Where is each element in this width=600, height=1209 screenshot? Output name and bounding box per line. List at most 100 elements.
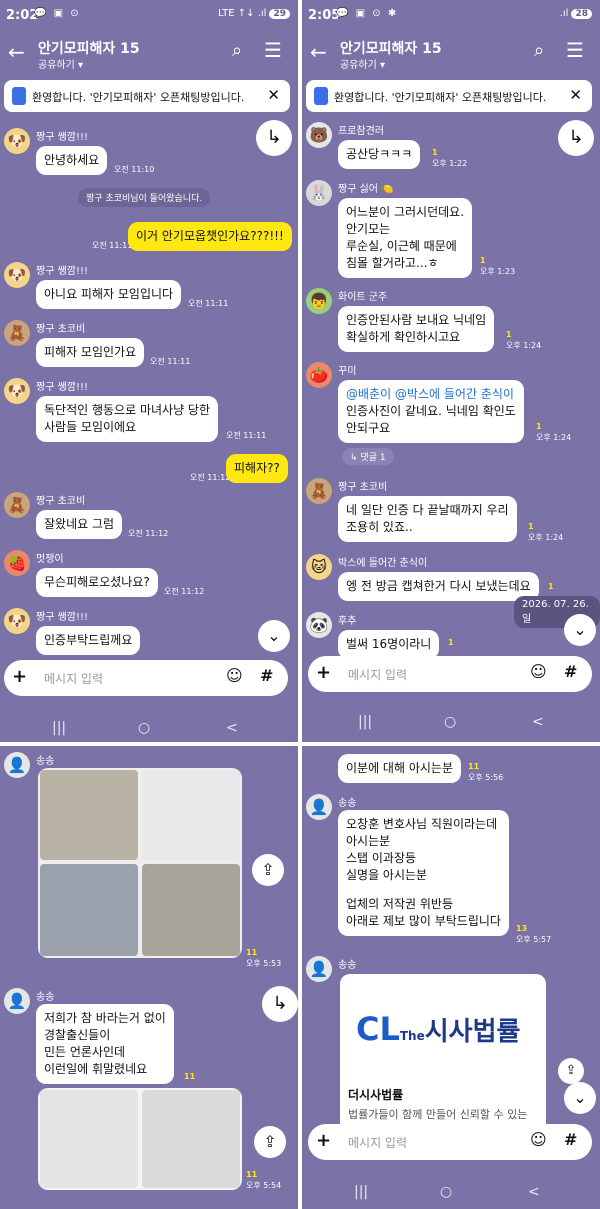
back-nav-icon[interactable]: < (226, 720, 238, 736)
hashtag-icon[interactable]: # (260, 666, 273, 685)
message-line: 업체의 저작권 위반등 (346, 897, 453, 911)
share-icon[interactable]: ↳ (558, 120, 594, 156)
message-bubble[interactable]: 저희가 참 바라는거 없이 경찰출신들이 민든 언론사인데 이런일에 휘말렸네요 (36, 1004, 174, 1084)
avatar[interactable]: 🧸 (306, 478, 332, 504)
avatar[interactable]: 🐱 (306, 554, 332, 580)
plus-icon[interactable]: + (316, 1130, 331, 1151)
message-bubble[interactable]: 인증안된사람 보내요 닉네임 확실하게 확인하시고요 (338, 306, 495, 352)
recent-apps-icon[interactable]: ||| (52, 720, 66, 736)
message-bubble[interactable]: 잘왔네요 그럼 (36, 510, 123, 539)
scroll-down-icon[interactable]: ⌄ (564, 614, 596, 646)
share-icon[interactable]: ↳ (256, 120, 292, 156)
avatar[interactable]: 👤 (4, 988, 30, 1014)
avatar[interactable]: 🐶 (4, 378, 30, 404)
photo-thumbnail[interactable] (40, 864, 138, 956)
avatar[interactable]: 👤 (306, 956, 332, 982)
message-bubble[interactable]: 벌써 16명이라니 (338, 630, 440, 659)
status-bar: 2:05 💬 ▣ ⊙ ✱ .ıl 28 (302, 0, 600, 32)
message-bubble[interactable]: 인증부탁드립께요 (36, 626, 141, 655)
avatar[interactable]: 🐶 (4, 608, 30, 634)
chat-screen-1: 2:02 💬 ▣ ⊙ LTE ↑↓ .ıl 29 ← 안기모피해자 15 공유하기… (0, 0, 298, 742)
card-title: 더시사법률 (348, 1088, 404, 1102)
message-bubble[interactable]: 아니요 피해자 모임입니다 (36, 280, 182, 309)
avatar[interactable]: 👤 (4, 752, 30, 778)
avatar[interactable]: 🐶 (4, 262, 30, 288)
avatar[interactable]: 👦 (306, 288, 332, 314)
avatar[interactable]: 🧸 (4, 320, 30, 346)
recent-apps-icon[interactable]: ||| (354, 1184, 368, 1200)
avatar[interactable]: 🍅 (306, 362, 332, 388)
share-dropdown[interactable]: 공유하기 ▾ (340, 56, 385, 71)
share-dropdown[interactable]: 공유하기 ▾ (38, 56, 83, 71)
my-message-bubble[interactable]: 피해자?? (226, 454, 288, 483)
document-photo[interactable] (38, 1088, 242, 1190)
home-icon[interactable]: ○ (138, 720, 150, 736)
avatar[interactable]: 🐻 (306, 122, 332, 148)
photo-thumbnail[interactable] (142, 770, 240, 860)
menu-icon[interactable]: ☰ (264, 38, 282, 62)
download-icon[interactable]: ⇪ (254, 1126, 286, 1158)
photo-thumbnail[interactable] (40, 770, 138, 860)
notice-banner[interactable]: 환영합니다. '안기모피해자' 오픈채팅방입니다. ✕ (4, 80, 290, 112)
emoji-icon[interactable]: ☺ (226, 666, 243, 685)
menu-icon[interactable]: ☰ (566, 38, 584, 62)
message-input[interactable]: 메시지 입력 (348, 1134, 407, 1151)
message-input[interactable]: 메시지 입력 (44, 670, 103, 687)
emoji-icon[interactable]: ☺ (530, 662, 547, 681)
message-bubble[interactable]: 독단적인 행동으로 마녀사냥 당한 사람들 모임이에요 (36, 396, 219, 442)
back-nav-icon[interactable]: < (532, 714, 544, 730)
back-icon[interactable]: ← (310, 40, 327, 64)
message-bubble[interactable]: 안녕하세요 (36, 146, 108, 175)
search-icon[interactable]: ⌕ (534, 40, 544, 61)
message-bubble[interactable]: 무슨피해로오셨나요? (36, 568, 158, 597)
message-bubble[interactable]: 네 일단 인증 다 끝날때까지 우리 조용히 있죠.. (338, 496, 517, 542)
share-icon[interactable]: ↳ (262, 986, 298, 1022)
message-bubble[interactable]: 피해자 모임인가요 (36, 338, 145, 367)
message-line: 오창훈 변호사님 직원이라는데 (346, 817, 498, 831)
avatar[interactable]: 🐰 (306, 180, 332, 206)
avatar[interactable]: 🍓 (4, 550, 30, 576)
message-bubble[interactable]: 오창훈 변호사님 직원이라는데 아시는분 스탭 이과장등 실명을 아시는분 업체… (338, 810, 509, 936)
search-icon[interactable]: ⌕ (232, 40, 242, 61)
photo-thumbnail[interactable] (142, 1090, 240, 1188)
chat-screen-4: 이분에 대해 아시는분 11 오후 5:56 👤 송송 오창훈 변호사님 직원이… (302, 746, 600, 1209)
message-input[interactable]: 메시지 입력 (348, 666, 407, 683)
photo-album[interactable] (38, 768, 242, 958)
unread-count: 13 (516, 924, 528, 933)
message-bubble[interactable]: 엥 전 방금 캡쳐한거 다시 보냈는데요 (338, 572, 539, 601)
hashtag-icon[interactable]: # (564, 1130, 577, 1149)
message-line: 조용히 있죠.. (346, 520, 413, 534)
message-bubble[interactable]: 공산당ㅋㅋㅋ (338, 140, 421, 169)
home-icon[interactable]: ○ (440, 1184, 452, 1200)
avatar[interactable]: 🐶 (4, 128, 30, 154)
message-time: 오전 11:10 (114, 165, 155, 174)
close-icon[interactable]: ✕ (569, 86, 582, 104)
back-icon[interactable]: ← (8, 40, 25, 64)
hashtag-icon[interactable]: # (564, 662, 577, 681)
emoji-icon[interactable]: ☺ (530, 1130, 547, 1149)
plus-icon[interactable]: + (12, 666, 27, 687)
scroll-down-icon[interactable]: ⌄ (258, 620, 290, 652)
photo-thumbnail[interactable] (142, 864, 240, 956)
link-preview-card[interactable]: CLThe시사법률 더시사법률 법률가들이 함께 만들어 신뢰할 수 있는 (340, 974, 546, 1134)
download-icon[interactable]: ⇪ (252, 854, 284, 886)
plus-icon[interactable]: + (316, 662, 331, 683)
message-bubble[interactable]: 어느분이 그러시던데요. 안기모는 루순실, 이근혜 때문에 침몰 할거라고..… (338, 198, 473, 278)
recent-apps-icon[interactable]: ||| (358, 714, 372, 730)
message-time: 오후 1:24 (506, 341, 542, 350)
notice-banner[interactable]: 환영합니다. '안기모피해자' 오픈채팅방입니다. ✕ (306, 80, 592, 112)
scroll-down-icon[interactable]: ⌄ (564, 1082, 596, 1114)
download-icon[interactable]: ⇪ (558, 1058, 584, 1084)
avatar[interactable]: 🐼 (306, 612, 332, 638)
avatar[interactable]: 🧸 (4, 492, 30, 518)
message-bubble[interactable]: 이분에 대해 아시는분 (338, 754, 461, 783)
photo-thumbnail[interactable] (40, 1090, 138, 1188)
message-bubble[interactable]: @배춘이 @박스에 들어간 춘식이 인증사진이 같네요. 닉네임 확인도 안되구… (338, 380, 524, 443)
back-nav-icon[interactable]: < (528, 1184, 540, 1200)
mention-line[interactable]: @배춘이 @박스에 들어간 춘식이 (346, 386, 516, 403)
my-message-bubble[interactable]: 이거 안기모옵챗인가요???!!! (128, 222, 292, 251)
reply-thread-button[interactable]: ↳ 댓글 1 (342, 448, 394, 465)
home-icon[interactable]: ○ (444, 714, 456, 730)
close-icon[interactable]: ✕ (267, 86, 280, 104)
avatar[interactable]: 👤 (306, 794, 332, 820)
